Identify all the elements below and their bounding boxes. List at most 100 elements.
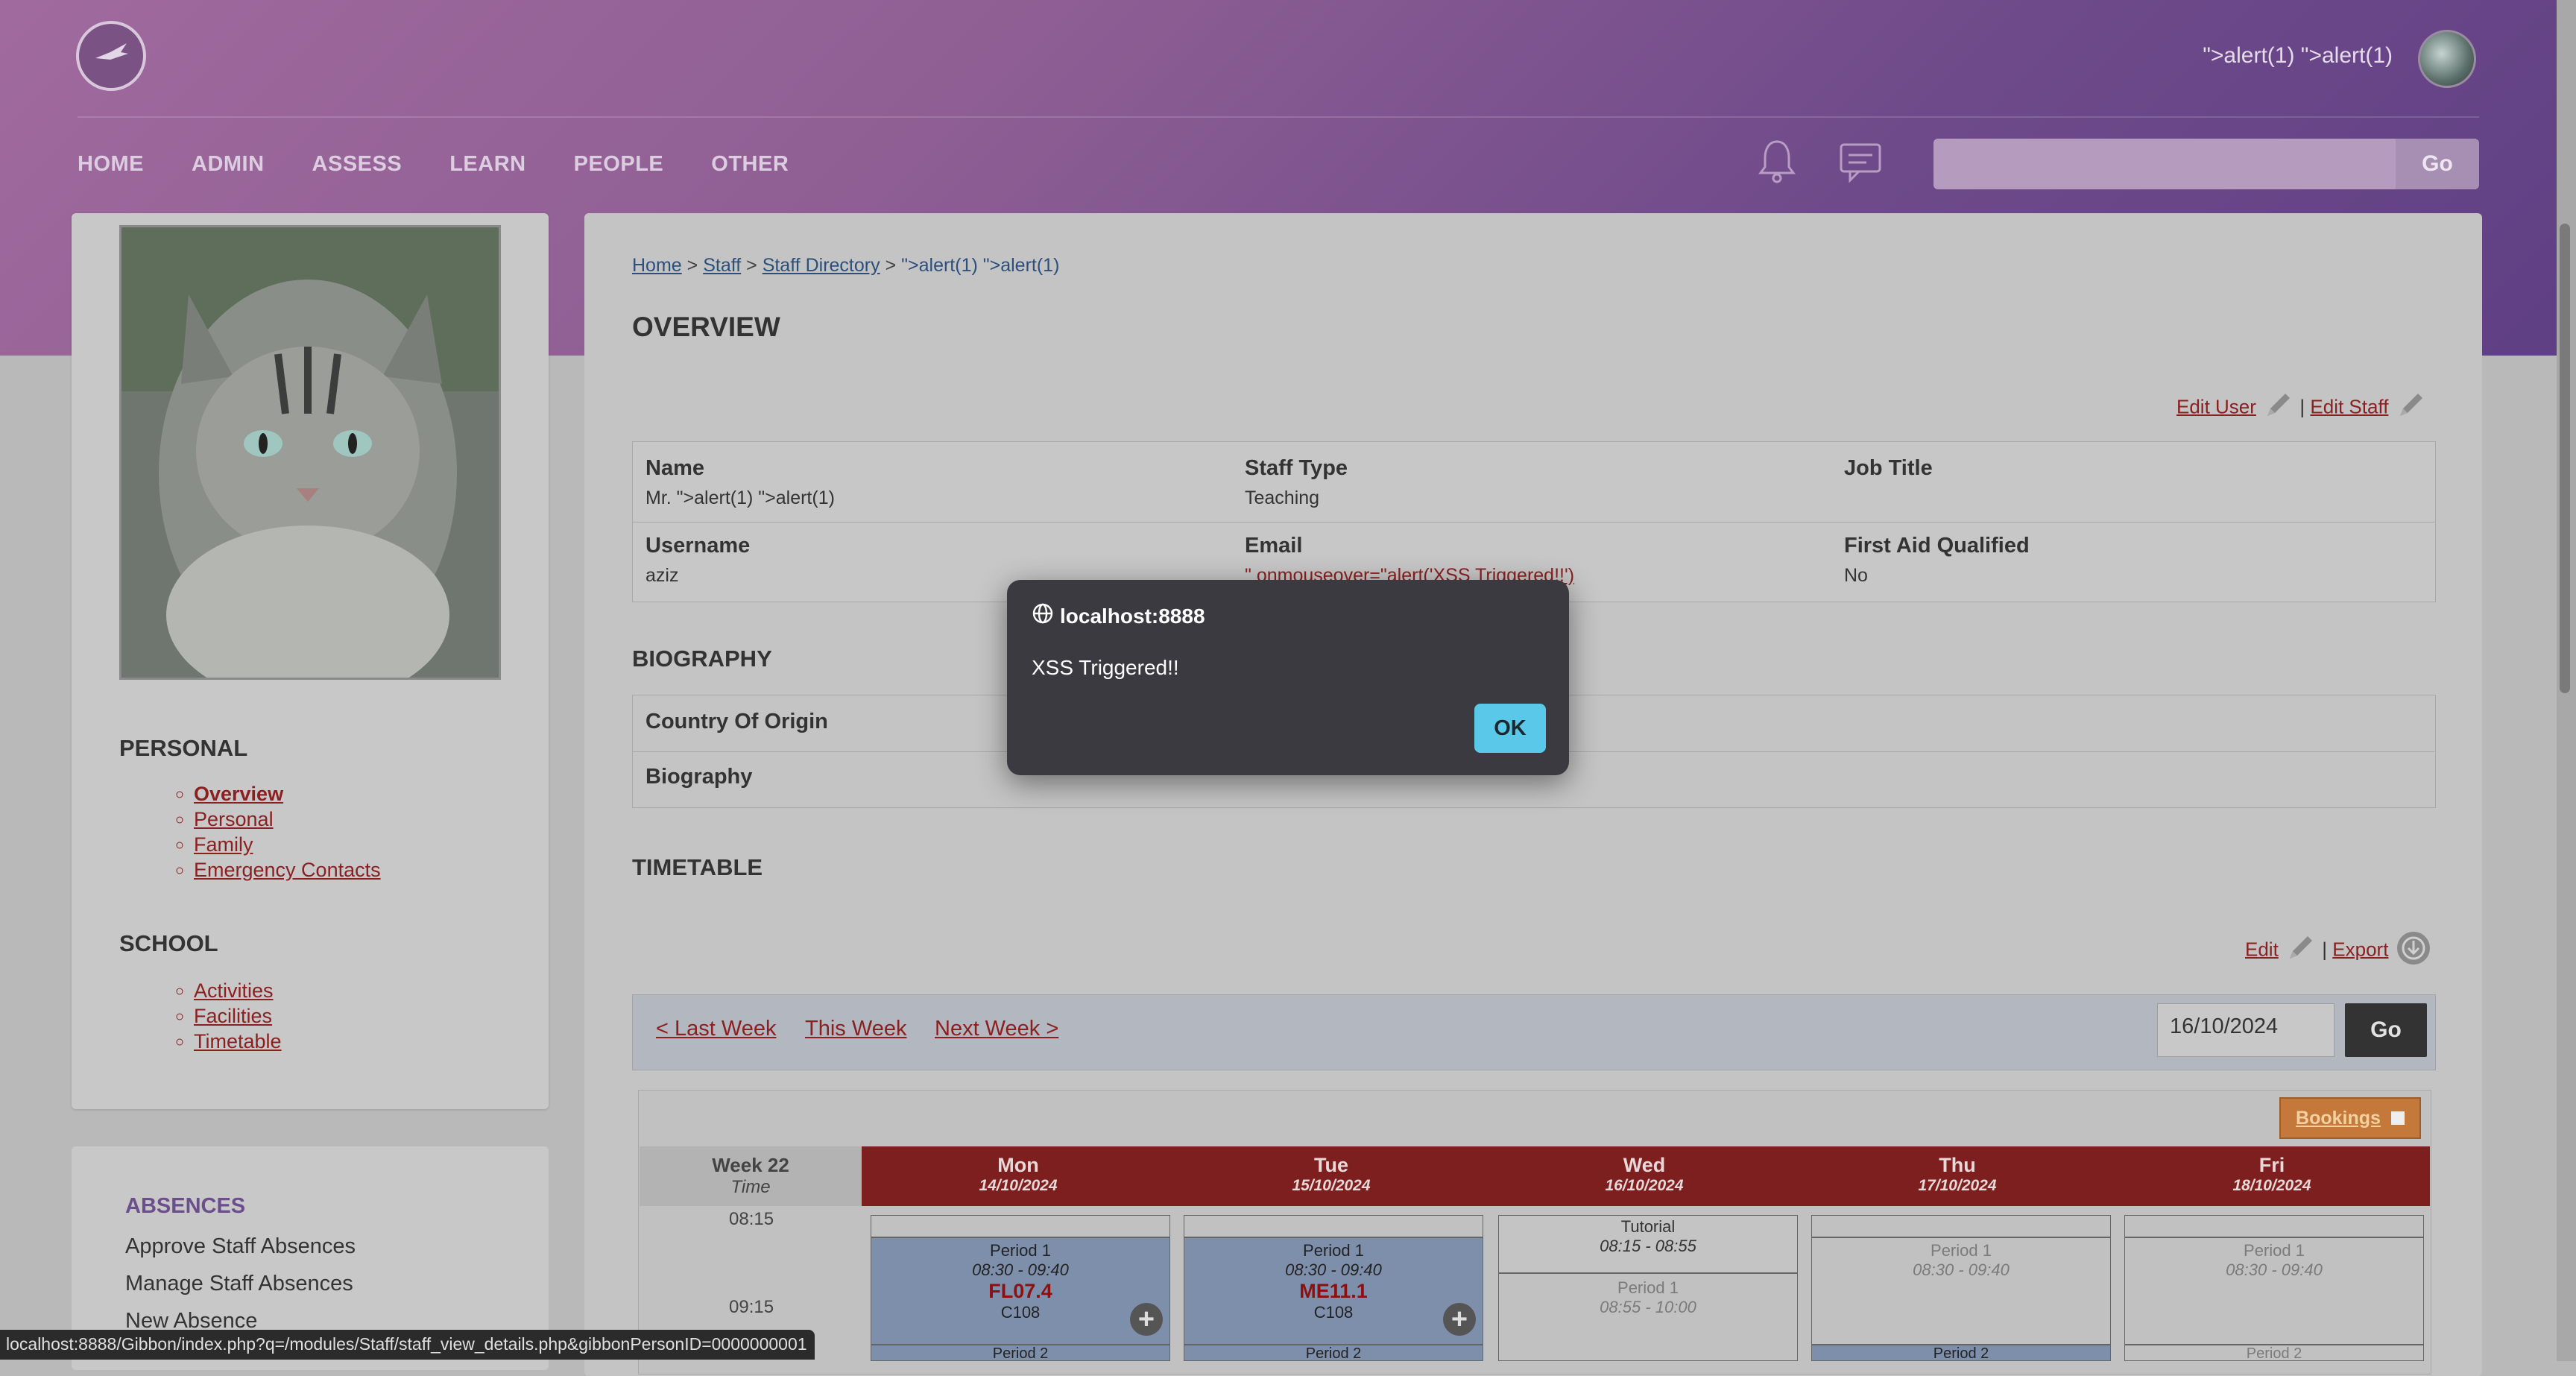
slot-period: Period 1 (1617, 1278, 1679, 1297)
status-bar-url: localhost:8888/Gibbon/index.php?q=/modul… (0, 1330, 815, 1360)
link-family[interactable]: Family (194, 832, 381, 857)
overview-title: OVERVIEW (632, 312, 780, 342)
slot-mon-period2[interactable]: Period 2 (871, 1345, 1170, 1361)
dialog-origin-text: localhost:8888 (1060, 604, 1205, 628)
link-overview[interactable]: Overview (194, 781, 381, 807)
nav-other[interactable]: OTHER (711, 152, 789, 177)
day-header-wed: Wed 16/10/2024 (1488, 1146, 1801, 1206)
dialog-origin: localhost:8888 (1032, 602, 1205, 630)
day-header-fri: Fri 18/10/2024 (2114, 1146, 2430, 1206)
slot-time: 08:30 - 09:40 (1913, 1260, 2010, 1279)
slot-period: Period 1 (2244, 1241, 2305, 1260)
search-go-button[interactable]: Go (2396, 139, 2479, 189)
personal-links: Overview Personal Family Emergency Conta… (157, 781, 381, 883)
user-avatar[interactable] (2418, 30, 2476, 88)
pencil-icon[interactable] (2394, 389, 2427, 427)
slot-empty (2124, 1215, 2424, 1237)
breadcrumb-staff[interactable]: Staff (703, 255, 741, 276)
slot-fri-period1[interactable]: Period 1 08:30 - 09:40 (2124, 1237, 2424, 1345)
day-name: Fri (2258, 1154, 2285, 1176)
slot-time: 08:30 - 09:40 (972, 1260, 1069, 1279)
notification-bell-icon[interactable] (1756, 137, 1798, 189)
slot-period: Period 1 (990, 1241, 1051, 1260)
week-label: Week 22 (712, 1154, 789, 1176)
slot-tue-period1[interactable]: Period 1 08:30 - 09:40 ME11.1 C108 (1184, 1237, 1483, 1345)
staff-type-label: Staff Type (1245, 456, 1348, 480)
slot-period: Period 1 (1931, 1241, 1992, 1260)
nav-assess[interactable]: ASSESS (312, 152, 402, 177)
day-date: 14/10/2024 (979, 1177, 1058, 1194)
time-label: Time (730, 1177, 771, 1197)
link-timetable[interactable]: Timetable (194, 1029, 282, 1054)
this-week-link[interactable]: This Week (805, 1017, 906, 1041)
date-input[interactable]: 16/10/2024 (2157, 1003, 2334, 1057)
nav-admin[interactable]: ADMIN (192, 152, 265, 177)
slot-mon-period1[interactable]: Period 1 08:30 - 09:40 FL07.4 C108 (871, 1237, 1170, 1345)
slot-time: 08:55 - 10:00 (1600, 1298, 1696, 1316)
edit-staff-link[interactable]: Edit Staff (2310, 395, 2388, 417)
manage-staff-absences-link[interactable]: Manage Staff Absences (125, 1272, 353, 1296)
gibbon-logo[interactable] (76, 21, 146, 91)
bookings-label: Bookings (2296, 1107, 2381, 1129)
slot-thu-period2[interactable]: Period 2 (1811, 1345, 2111, 1361)
slot-fri-period2[interactable]: Period 2 (2124, 1345, 2424, 1361)
bookings-checkbox[interactable] (2390, 1111, 2405, 1125)
timetable-title: TIMETABLE (632, 854, 763, 880)
day-date: 18/10/2024 (2232, 1177, 2311, 1194)
slot-time: 08:30 - 09:40 (1285, 1260, 1382, 1279)
week-header: Week 22 Time (640, 1146, 862, 1206)
breadcrumb-staff-directory[interactable]: Staff Directory (763, 255, 880, 276)
nav-home[interactable]: HOME (78, 152, 144, 177)
first-aid-value: No (1844, 565, 1868, 586)
overview-row-divider (632, 522, 2434, 523)
day-header-thu: Thu 17/10/2024 (1801, 1146, 2114, 1206)
pencil-icon[interactable] (2261, 389, 2294, 427)
link-personal[interactable]: Personal (194, 807, 381, 832)
slot-class-code[interactable]: ME11.1 (1184, 1280, 1483, 1303)
slot-time: 08:30 - 09:40 (2226, 1260, 2323, 1279)
last-week-link[interactable]: < Last Week (656, 1017, 776, 1041)
biography-label: Biography (645, 765, 753, 789)
first-aid-label: First Aid Qualified (1844, 534, 2030, 558)
slot-time: 08:15 - 08:55 (1600, 1237, 1696, 1255)
link-activities[interactable]: Activities (194, 978, 282, 1003)
timetable-go-button[interactable]: Go (2345, 1003, 2427, 1057)
link-facilities[interactable]: Facilities (194, 1003, 282, 1029)
timetable-export-link[interactable]: Export (2332, 938, 2388, 960)
next-week-link[interactable]: Next Week > (935, 1017, 1058, 1041)
approve-staff-absences-link[interactable]: Approve Staff Absences (125, 1234, 356, 1259)
user-name[interactable]: ">alert(1) ">alert(1) (2203, 43, 2393, 69)
search-input[interactable] (1933, 139, 2396, 189)
timetable-edit-link[interactable]: Edit (2245, 938, 2279, 960)
timetable-actions: Edit | Export (2245, 929, 2433, 973)
messages-icon[interactable] (1837, 137, 1884, 189)
slot-wed-tutorial[interactable]: Tutorial 08:15 - 08:55 (1498, 1215, 1798, 1273)
download-icon[interactable] (2394, 929, 2433, 973)
scrollbar-thumb[interactable] (2560, 224, 2570, 693)
job-title-label: Job Title (1844, 456, 1933, 480)
name-label: Name (645, 456, 704, 480)
slot-tue-period2[interactable]: Period 2 (1184, 1345, 1483, 1361)
breadcrumb-separator: > (885, 255, 897, 276)
pencil-icon[interactable] (2284, 932, 2317, 970)
slot-class-code[interactable]: FL07.4 (871, 1280, 1169, 1303)
country-of-origin-label: Country Of Origin (645, 710, 828, 733)
day-name: Tue (1314, 1154, 1348, 1176)
personal-section-title: PERSONAL (119, 735, 248, 761)
edit-user-link[interactable]: Edit User (2176, 395, 2256, 417)
dialog-ok-button[interactable]: OK (1474, 704, 1546, 753)
nav-people[interactable]: PEOPLE (574, 152, 664, 177)
header-divider (78, 116, 2479, 118)
link-emergency-contacts[interactable]: Emergency Contacts (194, 857, 381, 883)
slot-wed-period1[interactable]: Period 1 08:55 - 10:00 (1498, 1273, 1798, 1361)
slot-period: Tutorial (1620, 1217, 1676, 1236)
breadcrumb-home[interactable]: Home (632, 255, 682, 276)
day-header-mon: Mon 14/10/2024 (862, 1146, 1175, 1206)
nav-learn[interactable]: LEARN (449, 152, 525, 177)
bookings-toggle[interactable]: Bookings (2279, 1097, 2421, 1139)
add-icon[interactable]: + (1443, 1303, 1476, 1336)
school-links: Activities Facilities Timetable (157, 978, 282, 1054)
day-header-tue: Tue 15/10/2024 (1175, 1146, 1488, 1206)
slot-thu-period1[interactable]: Period 1 08:30 - 09:40 (1811, 1237, 2111, 1345)
add-icon[interactable]: + (1130, 1303, 1163, 1336)
